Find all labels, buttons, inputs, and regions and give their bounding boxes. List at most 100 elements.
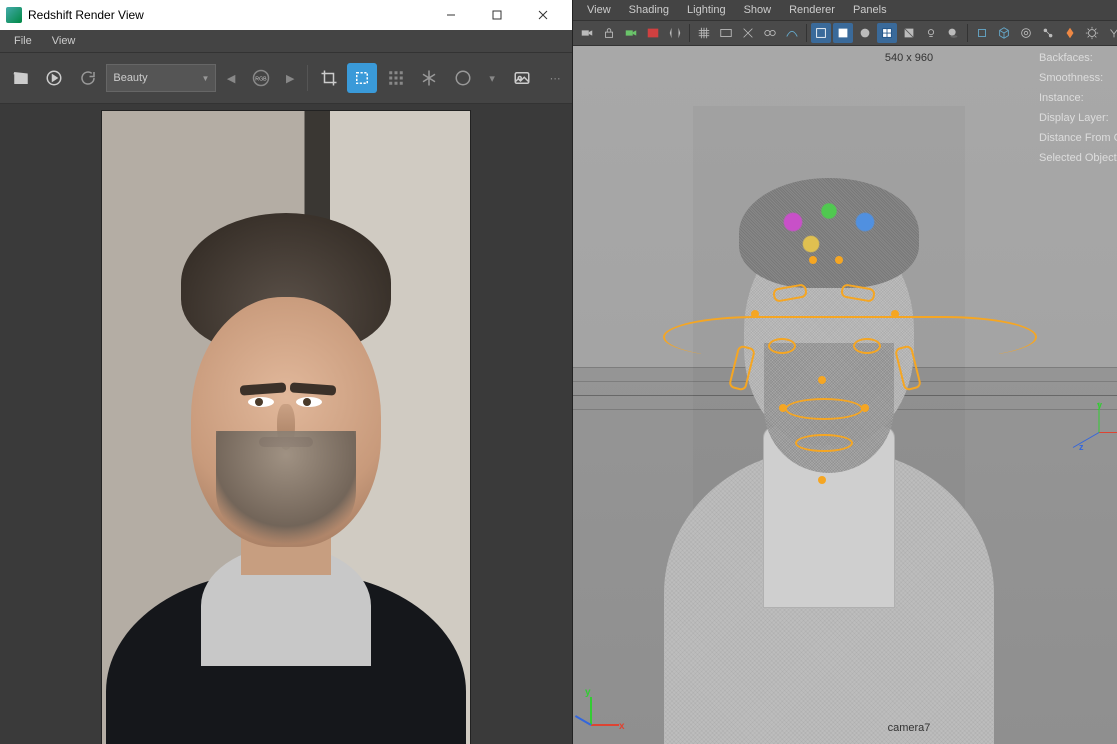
exposure-menu-button[interactable]: ▾ [481,67,503,89]
rgb-channel-button[interactable]: RGB [246,63,275,93]
gamma-icon[interactable] [1104,23,1117,43]
crop-region-button[interactable] [314,63,343,93]
redshift-toolbar: Beauty ▼ ◀ RGB ▶ ▾ [0,53,572,104]
xray-component-button[interactable] [1060,23,1080,43]
chevron-down-icon: ▼ [201,74,209,83]
hud-key: Instance: [1039,92,1084,104]
snapshot-button[interactable] [507,63,536,93]
lock-camera-button[interactable] [599,23,619,43]
hud-row-display-layer: Display Layer: default [1037,108,1117,128]
rig-control[interactable] [861,404,869,412]
freeze-button[interactable] [414,63,443,93]
gate-mask-button[interactable] [738,23,758,43]
hud-row-instance: Instance: No [1037,88,1117,108]
menu-file[interactable]: File [4,33,42,49]
hud-key: Smoothness: [1039,72,1103,84]
xray-joints-button[interactable] [1038,23,1058,43]
two-side-light-button[interactable] [665,23,685,43]
maya-viewport[interactable]: 540 x 960 [573,46,1117,744]
panel-menu-view[interactable]: View [579,3,619,17]
toolbar-overflow-button[interactable]: ⋯ [544,67,566,89]
window-title: Redshift Render View [28,8,428,22]
render-brow [290,383,337,396]
use-default-material-button[interactable] [855,23,875,43]
panel-menu-shading[interactable]: Shading [621,3,677,17]
toolbar-separator [806,24,807,42]
panel-menu-show[interactable]: Show [736,3,780,17]
region-render-button[interactable] [347,63,376,93]
rig-control-chin[interactable] [795,434,853,452]
maya-panel: View Shading Lighting Show Renderer Pane… [573,0,1117,744]
window-titlebar: Redshift Render View [0,0,572,30]
panel-menu-lighting[interactable]: Lighting [679,3,734,17]
rig-control-eye[interactable] [853,338,881,354]
isolate-select-button[interactable] [972,23,992,43]
isolate-cube-icon[interactable] [994,23,1014,43]
exposure-icon[interactable] [1082,23,1102,43]
render-eye [296,397,322,407]
app-logo-icon [6,7,22,23]
hud-key: Display Layer: [1039,112,1109,124]
camera-name-label: camera7 [573,722,1117,734]
shadows-button[interactable] [943,23,963,43]
menu-view[interactable]: View [42,33,86,49]
field-chart-button[interactable] [760,23,780,43]
xray-button[interactable] [1016,23,1036,43]
render-canvas[interactable] [0,104,572,744]
use-all-lights-button[interactable] [921,23,941,43]
aov-dropdown[interactable]: Beauty ▼ [106,64,216,92]
prev-aov-button[interactable]: ◀ [220,67,242,89]
play-ipr-button[interactable] [39,63,68,93]
rig-control-mouth[interactable] [785,398,863,420]
rendered-image [101,110,471,744]
toolbar-separator [689,24,690,42]
hud-row-backfaces: Backfaces: N/A [1037,48,1117,68]
smooth-shade-button[interactable] [833,23,853,43]
refresh-button[interactable] [73,63,102,93]
svg-text:RGB: RGB [255,76,267,82]
rig-control[interactable] [835,256,843,264]
rig-control[interactable] [751,310,759,318]
rig-control[interactable] [779,404,787,412]
clapper-render-button[interactable] [6,63,35,93]
film-gate-button[interactable] [716,23,736,43]
rig-control[interactable] [809,256,817,264]
window-minimize-button[interactable] [428,0,474,30]
wire-on-shaded-button[interactable] [877,23,897,43]
bucket-view-button[interactable] [381,63,410,93]
window-close-button[interactable] [520,0,566,30]
rig-control-brow-ring[interactable] [663,316,1037,358]
rig-control[interactable] [818,376,826,384]
hud-row-smoothness: Smoothness: N/A [1037,68,1117,88]
axis-y-label: y [585,687,591,698]
rig-control[interactable] [891,310,899,318]
hud-key: Distance From Camera: [1039,132,1117,144]
render-brow [240,383,287,396]
panel-menu-panels[interactable]: Panels [845,3,895,17]
rig-control[interactable] [818,476,826,484]
select-camera-button[interactable] [577,23,597,43]
app-root: Redshift Render View File View [0,0,1117,744]
rig-control-eye[interactable] [768,338,796,354]
panel-menu-renderer[interactable]: Renderer [781,3,843,17]
wireframe-button[interactable] [811,23,831,43]
hud-key: Backfaces: [1039,52,1093,64]
image-plane-button[interactable] [643,23,663,43]
redshift-menubar: File View [0,30,572,53]
maya-panel-menubar: View Shading Lighting Show Renderer Pane… [573,0,1117,21]
axis-y-label: y [1097,400,1102,410]
grid-toggle-button[interactable] [694,23,714,43]
viewport-hud: Backfaces: N/A Smoothness: N/A Instance:… [1037,48,1117,168]
safe-action-button[interactable] [782,23,802,43]
object-axis-gizmo[interactable]: x y z [1099,412,1117,452]
toolbar-separator [307,65,308,91]
bookmark-camera-button[interactable] [621,23,641,43]
textured-button[interactable] [899,23,919,43]
next-aov-button[interactable]: ▶ [279,67,301,89]
exposure-button[interactable] [448,63,477,93]
resolution-gate-label: 540 x 960 [573,52,1117,64]
render-eye [248,397,274,407]
window-maximize-button[interactable] [474,0,520,30]
redshift-window: Redshift Render View File View [0,0,573,744]
aov-dropdown-label: Beauty [113,72,147,84]
